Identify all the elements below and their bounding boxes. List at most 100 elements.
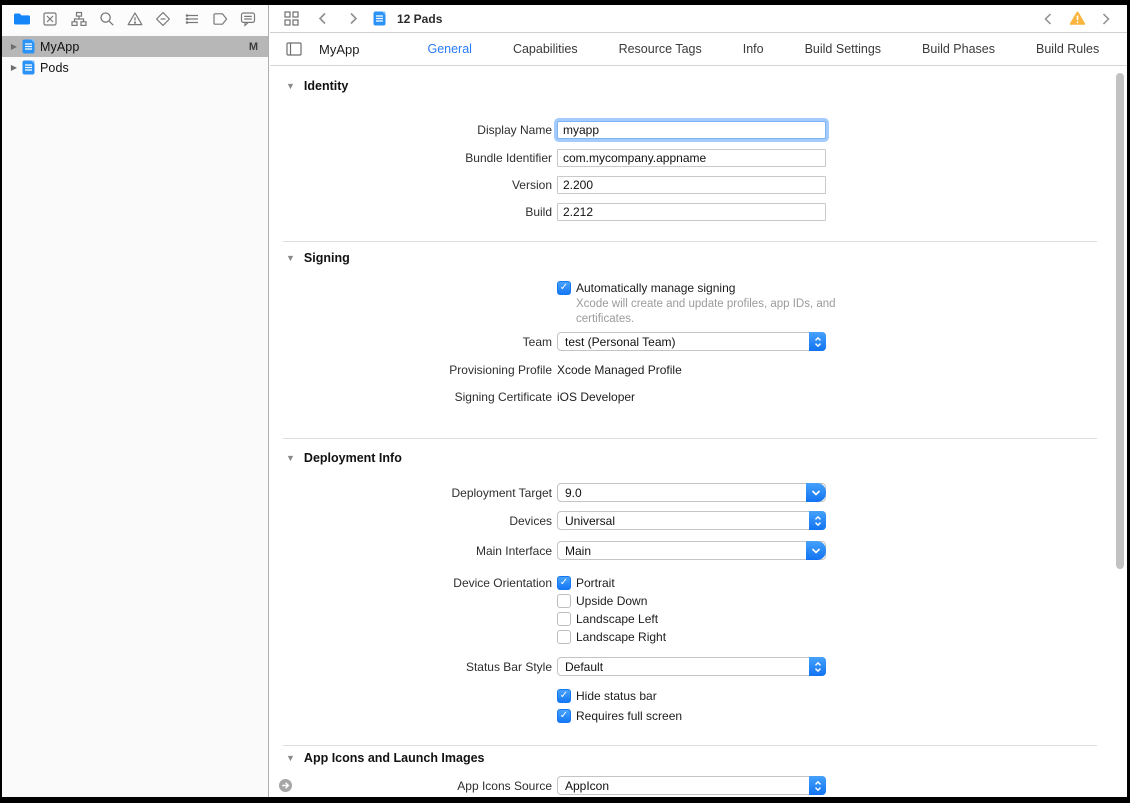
navigator-toolbar bbox=[2, 5, 268, 33]
previous-issue-chevron-icon[interactable] bbox=[1037, 9, 1059, 29]
team-popup[interactable]: test (Personal Team) bbox=[557, 332, 826, 351]
devices-row: Devices Universal bbox=[270, 511, 826, 530]
orientation-portrait-row: ✓ Portrait bbox=[557, 575, 615, 591]
sidebar-item-label: Pods bbox=[40, 61, 258, 75]
popup-chevrons-icon bbox=[809, 511, 826, 530]
upside-down-checkbox[interactable]: ✓ bbox=[557, 594, 571, 608]
tab-info[interactable]: Info bbox=[743, 42, 764, 56]
project-file-icon bbox=[22, 39, 35, 54]
target-tab-bar: MyApp General Capabilities Resource Tags… bbox=[270, 33, 1127, 66]
test-navigator-icon[interactable] bbox=[152, 9, 174, 29]
project-navigator-icon[interactable] bbox=[11, 9, 33, 29]
symbol-navigator-icon[interactable] bbox=[68, 9, 90, 29]
breakpoint-navigator-icon[interactable] bbox=[209, 9, 231, 29]
orientation-landscape-left-row: ✓ Landscape Left bbox=[557, 611, 658, 627]
orientation-upside-down-row: ✓ Upside Down bbox=[557, 593, 647, 609]
version-input[interactable] bbox=[557, 176, 826, 194]
target-name[interactable]: MyApp bbox=[319, 42, 359, 57]
popup-chevrons-icon bbox=[809, 776, 826, 795]
requires-full-screen-row: ✓ Requires full screen bbox=[557, 708, 682, 724]
warning-triangle-icon[interactable] bbox=[1066, 9, 1088, 29]
project-file-icon bbox=[22, 60, 35, 75]
version-label: Version bbox=[270, 178, 552, 192]
requires-full-screen-checkbox[interactable]: ✓ bbox=[557, 709, 571, 723]
bundle-identifier-input[interactable] bbox=[557, 149, 826, 167]
disclosure-triangle-icon[interactable]: ▶ bbox=[8, 42, 20, 51]
back-chevron-icon[interactable] bbox=[311, 9, 333, 29]
display-name-input[interactable] bbox=[557, 121, 826, 139]
section-disclosure-icon[interactable]: ▼ bbox=[286, 253, 295, 263]
sidebar-item-myapp[interactable]: ▶ MyApp M bbox=[2, 36, 268, 57]
hide-status-bar-checkbox[interactable]: ✓ bbox=[557, 689, 571, 703]
provisioning-profile-row: Provisioning Profile Xcode Managed Profi… bbox=[270, 360, 682, 379]
auto-manage-signing-checkbox[interactable]: ✓ bbox=[557, 281, 571, 295]
section-divider bbox=[283, 241, 1097, 242]
navigator-sidebar: ▶ MyApp M ▶ Pods bbox=[2, 5, 269, 797]
section-divider bbox=[283, 438, 1097, 439]
vertical-scrollbar[interactable] bbox=[1116, 73, 1124, 569]
auto-manage-signing-label: Automatically manage signing bbox=[576, 281, 735, 295]
portrait-checkbox[interactable]: ✓ bbox=[557, 576, 571, 590]
app-icons-source-row: App Icons Source AppIcon bbox=[270, 776, 826, 795]
deployment-target-combo[interactable]: 9.0 bbox=[557, 483, 826, 502]
team-label: Team bbox=[270, 335, 552, 349]
forward-chevron-icon[interactable] bbox=[342, 9, 364, 29]
status-bar-style-row: Status Bar Style Default bbox=[270, 657, 826, 676]
section-disclosure-icon[interactable]: ▼ bbox=[286, 81, 295, 91]
report-navigator-icon[interactable] bbox=[237, 9, 259, 29]
source-control-navigator-icon[interactable] bbox=[39, 9, 61, 29]
combo-chevron-icon bbox=[806, 483, 826, 502]
app-icons-source-popup[interactable]: AppIcon bbox=[557, 776, 826, 795]
section-divider bbox=[283, 745, 1097, 746]
combo-chevron-icon bbox=[806, 541, 826, 560]
provisioning-profile-label: Provisioning Profile bbox=[270, 363, 552, 377]
landscape-left-checkbox[interactable]: ✓ bbox=[557, 612, 571, 626]
next-issue-chevron-icon[interactable] bbox=[1095, 9, 1117, 29]
deployment-info-section-header[interactable]: ▼ Deployment Info bbox=[286, 451, 402, 465]
debug-navigator-icon[interactable] bbox=[181, 9, 203, 29]
device-orientation-label: Device Orientation bbox=[270, 576, 552, 590]
related-items-icon[interactable] bbox=[280, 9, 302, 29]
editor-area: 12 Pads MyApp General Ca bbox=[270, 5, 1127, 797]
landscape-right-checkbox[interactable]: ✓ bbox=[557, 630, 571, 644]
issue-navigation bbox=[1037, 5, 1117, 32]
orientation-landscape-right-row: ✓ Landscape Right bbox=[557, 629, 666, 645]
device-orientation-row: Device Orientation bbox=[270, 575, 552, 591]
issue-navigator-icon[interactable] bbox=[124, 9, 146, 29]
deployment-target-row: Deployment Target 9.0 bbox=[270, 483, 826, 502]
devices-label: Devices bbox=[270, 514, 552, 528]
sidebar-item-pods[interactable]: ▶ Pods bbox=[2, 57, 268, 78]
build-label: Build bbox=[270, 205, 552, 219]
sidebar-item-label: MyApp bbox=[40, 40, 249, 54]
signing-certificate-value: iOS Developer bbox=[557, 390, 635, 404]
section-disclosure-icon[interactable]: ▼ bbox=[286, 753, 295, 763]
signing-certificate-row: Signing Certificate iOS Developer bbox=[270, 387, 635, 406]
targets-sidebar-toggle-icon[interactable] bbox=[283, 39, 305, 59]
signing-section-header[interactable]: ▼ Signing bbox=[286, 251, 350, 265]
tab-build-phases[interactable]: Build Phases bbox=[922, 42, 995, 56]
tab-general[interactable]: General bbox=[427, 42, 471, 56]
tab-capabilities[interactable]: Capabilities bbox=[513, 42, 578, 56]
modified-badge: M bbox=[249, 41, 262, 53]
jump-bar-file[interactable]: 12 Pads bbox=[373, 11, 442, 26]
bundle-identifier-row: Bundle Identifier bbox=[270, 148, 826, 167]
popup-chevrons-icon bbox=[809, 332, 826, 351]
devices-popup[interactable]: Universal bbox=[557, 511, 826, 530]
find-navigator-icon[interactable] bbox=[96, 9, 118, 29]
file-name-label: 12 Pads bbox=[397, 12, 442, 26]
app-icons-section-header[interactable]: ▼ App Icons and Launch Images bbox=[286, 751, 485, 765]
open-asset-catalog-arrow-button[interactable] bbox=[278, 778, 293, 793]
tab-resource-tags[interactable]: Resource Tags bbox=[619, 42, 702, 56]
xcode-window: ▶ MyApp M ▶ Pods bbox=[2, 5, 1127, 797]
hide-status-bar-row: ✓ Hide status bar bbox=[557, 688, 657, 704]
identity-section-header[interactable]: ▼ Identity bbox=[286, 79, 348, 93]
section-disclosure-icon[interactable]: ▼ bbox=[286, 453, 295, 463]
tab-build-rules[interactable]: Build Rules bbox=[1036, 42, 1099, 56]
main-interface-combo[interactable]: Main bbox=[557, 541, 826, 560]
bundle-identifier-label: Bundle Identifier bbox=[270, 151, 552, 165]
main-interface-label: Main Interface bbox=[270, 544, 552, 558]
status-bar-style-popup[interactable]: Default bbox=[557, 657, 826, 676]
disclosure-triangle-icon[interactable]: ▶ bbox=[8, 63, 20, 72]
tab-build-settings[interactable]: Build Settings bbox=[805, 42, 881, 56]
build-input[interactable] bbox=[557, 203, 826, 221]
